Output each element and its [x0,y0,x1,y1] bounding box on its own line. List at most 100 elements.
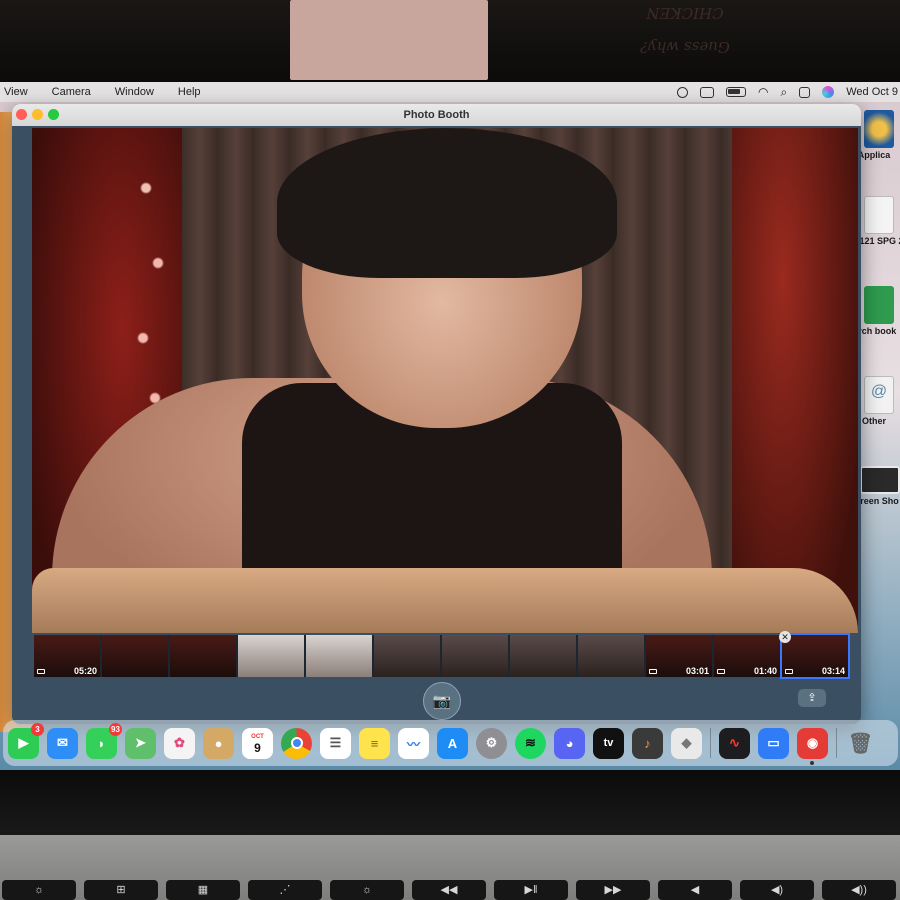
film-thumbnail[interactable] [306,635,372,677]
http-file-icon: @ [864,376,894,414]
settings-icon[interactable]: ⚙ [476,727,507,759]
discord-icon[interactable]: ◕ [554,727,585,759]
running-indicator [810,760,814,765]
video-duration: 03:01 [685,666,709,676]
window-titlebar[interactable]: Photo Booth [12,104,861,126]
preview-string-lights [122,128,182,428]
sticky-note-line-1: CHICKEN [646,4,724,22]
app-folder-icon [864,110,894,148]
video-duration: 01:40 [753,666,777,676]
app-store-icon[interactable]: A [437,727,468,759]
menu-camera[interactable]: Camera [52,86,91,98]
fast-forward-key[interactable]: ▶▶ [576,880,650,900]
film-thumbnail[interactable] [238,635,304,677]
book-icon [864,286,894,324]
film-thumbnail[interactable]: 05:20 [34,635,100,677]
chrome-icon[interactable] [281,727,312,759]
launchpad-key[interactable]: ▦ [166,880,240,900]
control-center-icon[interactable] [799,86,811,98]
mail-icon[interactable]: ✉ [47,727,78,759]
play-status-icon[interactable] [677,86,689,98]
film-thumbnail[interactable] [510,635,576,677]
keyboard-light-up-key[interactable]: ☼ [330,880,404,900]
display-mirroring-icon[interactable] [700,86,715,98]
film-thumbnail[interactable] [578,635,644,677]
spotify-icon[interactable]: ≋ [515,727,546,759]
laptop-bezel-bottom [0,770,900,840]
calendar-day: 9 [254,741,261,755]
camera-icon: 📷 [432,693,452,710]
calendar-icon[interactable]: OCT 9 [242,727,273,759]
chrome-center [290,737,303,749]
video-duration: 03:14 [821,666,845,676]
roblox-icon[interactable]: ◆ [671,727,702,759]
reminders-icon[interactable]: ☰ [320,727,351,759]
delete-thumbnail-icon[interactable]: ✕ [779,631,791,643]
window-title: Photo Booth [403,109,470,121]
notes-icon[interactable]: ≡ [359,727,390,759]
film-thumbnail[interactable]: 03:01 [646,635,712,677]
photo-scene: CHICKEN Guess why? View Camera Window He… [0,0,900,900]
menu-help[interactable]: Help [178,86,201,98]
menu-view[interactable]: View [4,86,28,98]
share-button[interactable]: ⇪ [798,689,826,707]
garageband-icon[interactable]: ♪ [632,727,663,759]
menu-bar: View Camera Window Help ◠ ⌕ Wed Oct 9 [0,82,900,102]
camera-preview [32,128,858,633]
trash-icon[interactable]: 🗑 [845,728,876,759]
take-photo-button[interactable]: 📷 [423,682,461,720]
window-controls [16,109,59,120]
preview-person-hair [277,128,617,278]
notification-badge: 93 [109,722,122,736]
photo-booth-icon[interactable]: ◉ [797,727,828,765]
film-thumbnail[interactable] [374,635,440,677]
freeform-icon[interactable]: 〰 [398,727,429,759]
keyboard-light-down-key[interactable]: ⋰ [248,880,322,900]
zoom-window-button[interactable] [48,109,59,120]
menu-window[interactable]: Window [115,86,154,98]
facetime-icon[interactable]: ▶ 3 [8,722,44,759]
photo-booth-window: Photo Booth 05:20 03:01 01:40 ✕ 03:14 📷 … [12,104,861,724]
dock-separator [836,728,837,758]
play-pause-key[interactable]: ▶‖ [494,880,568,900]
messages-icon[interactable]: ◗ 93 [86,722,122,759]
video-duration: 05:20 [73,666,97,676]
keynote-icon[interactable]: ▭ [758,727,789,759]
film-thumbnail-selected[interactable]: ✕ 03:14 [779,631,850,679]
video-icon [717,669,725,674]
siri-icon[interactable] [822,86,835,98]
preview-red-wall-right [732,128,858,633]
sticky-note: CHICKEN Guess why? [290,0,730,80]
contacts-icon[interactable]: ● [203,727,234,759]
spotlight-search-icon[interactable]: ⌕ [781,85,788,100]
film-thumbnail[interactable] [102,635,168,677]
film-thumbnail[interactable] [170,635,236,677]
maps-icon[interactable]: ➤ [125,727,156,759]
screenshot-icon [860,466,900,494]
menu-clock[interactable]: Wed Oct 9 [846,86,898,98]
function-key-row: ☼ ⊞ ▦ ⋰ ☼ ◀◀ ▶‖ ▶▶ ◀ ◀) ◀)) [0,880,900,900]
share-icon: ⇪ [807,692,817,704]
film-thumbnail[interactable] [442,635,508,677]
volume-up-key[interactable]: ◀)) [822,880,896,900]
document-icon [864,196,894,234]
film-thumbnail[interactable]: 01:40 [714,635,780,677]
video-icon [785,669,793,674]
battery-icon[interactable] [726,87,747,97]
wifi-icon[interactable]: ◠ [758,85,768,99]
minimize-window-button[interactable] [32,109,43,120]
brightness-down-key[interactable]: ☼ [2,880,76,900]
notification-badge: 3 [31,722,44,736]
apple-tv-icon[interactable]: tv [593,727,624,759]
dock-separator [710,728,711,758]
video-icon [649,669,657,674]
sticky-note-line-2: Guess why? [640,38,730,56]
mute-key[interactable]: ◀ [658,880,732,900]
rewind-key[interactable]: ◀◀ [412,880,486,900]
mission-control-key[interactable]: ⊞ [84,880,158,900]
photos-icon[interactable]: ✿ [164,727,195,759]
volume-down-key[interactable]: ◀) [740,880,814,900]
close-window-button[interactable] [16,109,27,120]
preview-guitar [32,568,858,633]
voice-memos-icon[interactable]: ∿ [719,727,750,759]
